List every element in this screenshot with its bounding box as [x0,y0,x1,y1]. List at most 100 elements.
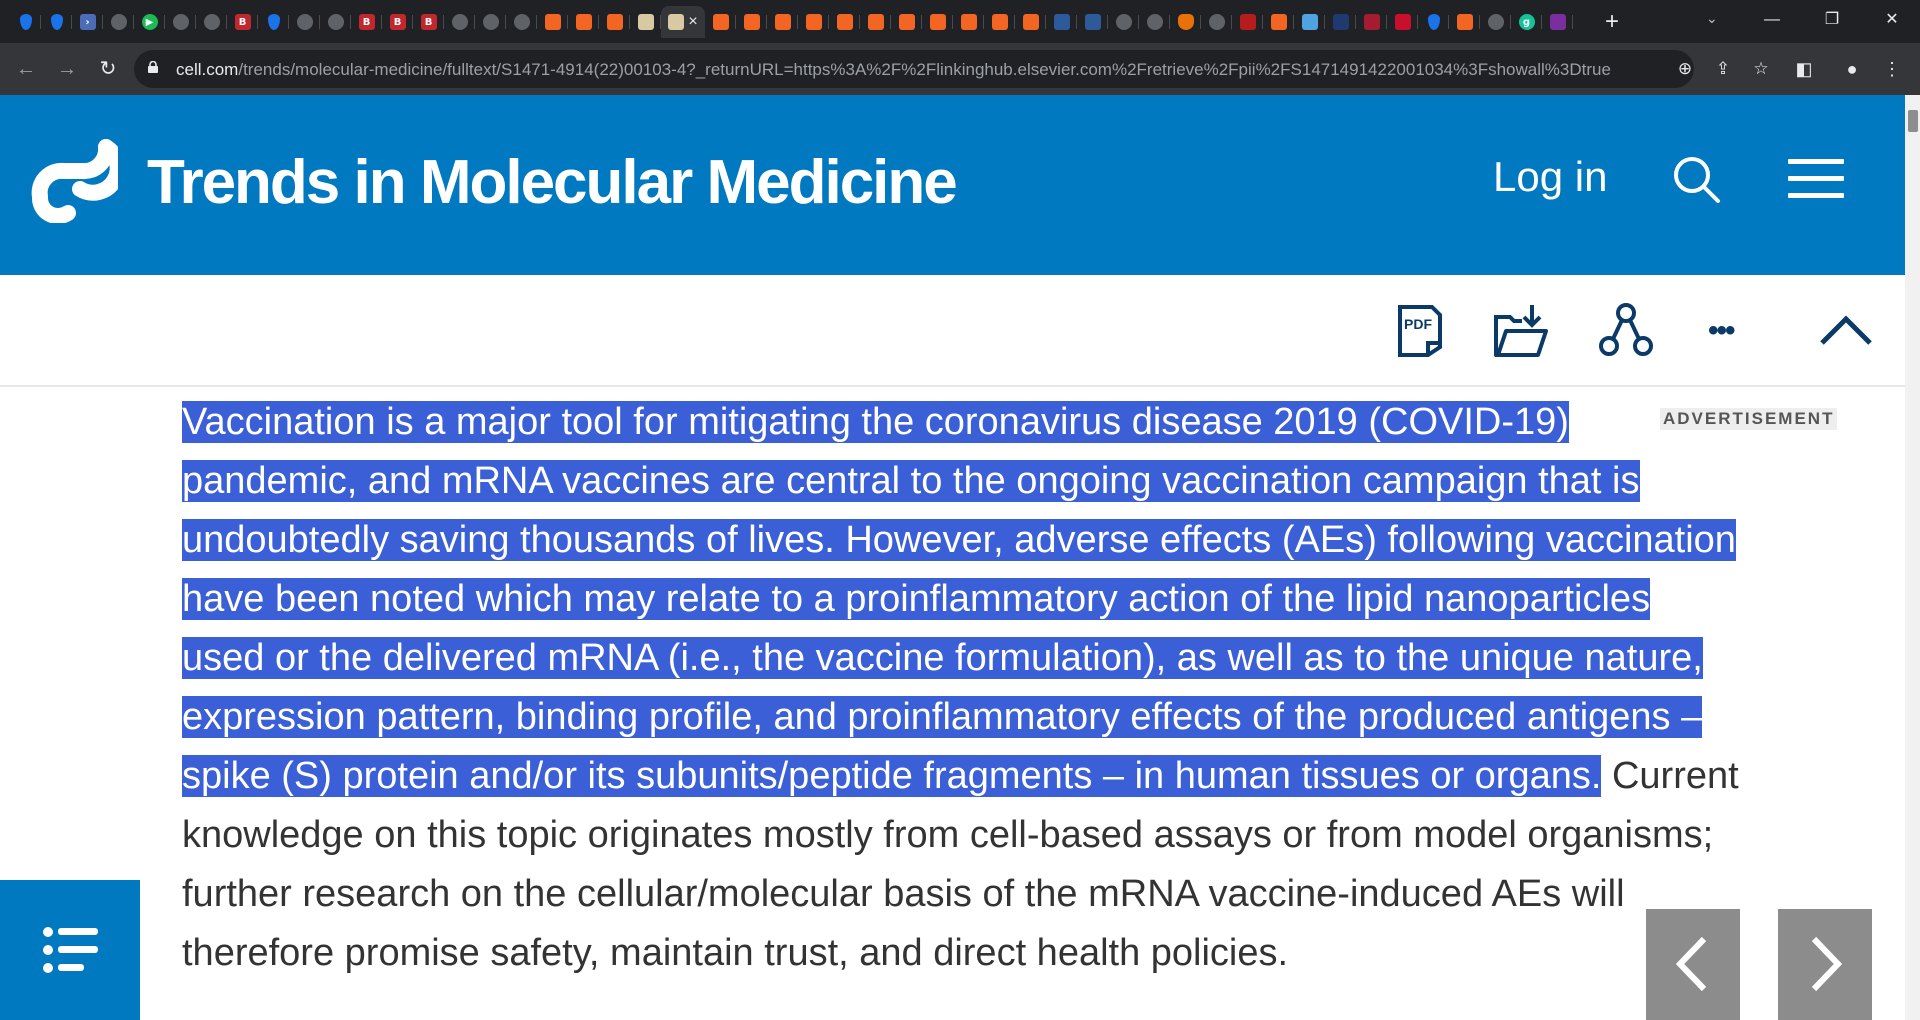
zoom-icon[interactable]: ⊕ [1674,58,1696,80]
reload-button[interactable]: ↻ [94,55,122,83]
tab[interactable] [953,6,984,38]
tab[interactable] [1294,6,1325,38]
cloud-icon [1301,14,1318,30]
tab[interactable] [1077,6,1108,38]
bookmark-icon [544,14,561,30]
globe-icon [451,14,468,30]
active-tab[interactable]: × [661,6,705,38]
tab[interactable] [165,6,196,38]
tab[interactable]: B [382,6,413,38]
download-folder-icon[interactable] [1492,303,1548,359]
tab[interactable] [1449,6,1480,38]
tab[interactable] [891,6,922,38]
new-tab-button[interactable]: + [1598,8,1626,36]
crest-icon [1394,14,1411,30]
tab[interactable] [984,6,1015,38]
tab[interactable]: B [227,6,258,38]
bookmark-star-icon[interactable]: ☆ [1750,58,1772,80]
tab[interactable] [705,6,736,38]
bookmark-icon [606,14,623,30]
tab[interactable] [41,6,72,38]
login-link[interactable]: Log in [1493,153,1607,201]
browser-menu-icon[interactable]: ⋮ [1880,57,1904,81]
address-bar[interactable]: cell.com/trends/molecular-medicine/fullt… [134,50,1769,88]
tab[interactable] [444,6,475,38]
tab[interactable] [1542,6,1573,38]
tab[interactable] [736,6,767,38]
tab[interactable] [1356,6,1387,38]
tab[interactable] [10,6,41,38]
tab[interactable] [103,6,134,38]
article-abstract[interactable]: Vaccination is a major tool for mitigati… [182,393,1742,983]
back-button[interactable]: ← [12,55,40,83]
tab[interactable] [630,6,661,38]
tab[interactable] [1015,6,1046,38]
site-header: Trends in Molecular Medicine Log in [0,95,1905,275]
share-network-icon[interactable] [1598,303,1654,359]
table-of-contents-icon[interactable] [0,880,140,1020]
tab[interactable] [767,6,798,38]
tab[interactable] [860,6,891,38]
more-options-icon[interactable]: ••• [1708,303,1764,359]
tab[interactable] [568,6,599,38]
tab[interactable] [506,6,537,38]
tab[interactable] [1139,6,1170,38]
grammarly-icon: g [1518,14,1535,30]
tab[interactable] [475,6,506,38]
tab[interactable] [1480,6,1511,38]
next-article-button[interactable] [1778,909,1872,1020]
profile-icon[interactable]: ● [1840,57,1864,81]
tab[interactable] [798,6,829,38]
bi-icon: B [389,14,406,30]
close-window-button[interactable]: ✕ [1872,6,1912,34]
tab[interactable] [196,6,227,38]
tab[interactable]: B [351,6,382,38]
cell-press-logo[interactable] [30,137,118,223]
tab[interactable] [922,6,953,38]
chevron-up-icon[interactable] [1818,303,1874,359]
journal-title[interactable]: Trends in Molecular Medicine [147,147,958,218]
tab[interactable] [258,6,289,38]
tab[interactable] [1325,6,1356,38]
page-scrollbar[interactable] [1905,95,1920,1020]
tab[interactable]: g [1511,6,1542,38]
forward-button[interactable]: → [53,55,81,83]
share-icon[interactable]: ⇪ [1712,58,1734,80]
restore-button[interactable]: ❐ [1812,6,1852,34]
tab[interactable] [320,6,351,38]
scrollbar-thumb[interactable] [1908,110,1918,132]
document-icon [668,14,685,30]
globe-icon [327,14,344,30]
tab[interactable]: › [72,6,103,38]
pdf-label: PDF [1404,316,1432,332]
pdf-icon[interactable]: PDF [1392,303,1448,359]
tab[interactable] [1108,6,1139,38]
search-icon[interactable] [1672,155,1722,205]
tab[interactable] [599,6,630,38]
bookmark-icon [774,14,791,30]
tab[interactable] [1201,6,1232,38]
tab[interactable] [1046,6,1077,38]
tab[interactable]: B [413,6,444,38]
tab-search-button[interactable]: ⌄ [1706,10,1718,27]
close-icon[interactable]: × [688,13,697,31]
globe-icon [513,14,530,30]
hamburger-menu-icon[interactable] [1788,159,1844,199]
tab[interactable] [289,6,320,38]
cube-icon [1053,14,1070,30]
tab[interactable] [1263,6,1294,38]
tab[interactable] [829,6,860,38]
advertisement-label: ADVERTISEMENT [1660,408,1838,430]
globe-icon [482,14,499,30]
previous-article-button[interactable] [1646,909,1740,1020]
tab[interactable] [1170,6,1201,38]
tab[interactable]: ▶ [134,6,165,38]
side-panel-icon[interactable]: ◧ [1792,57,1816,81]
tab[interactable] [1232,6,1263,38]
minimize-button[interactable]: — [1752,6,1792,34]
tab[interactable] [537,6,568,38]
article-toolbar: PDF ••• [0,275,1905,387]
cube-icon [1084,14,1101,30]
tab[interactable] [1418,6,1449,38]
tab[interactable] [1387,6,1418,38]
